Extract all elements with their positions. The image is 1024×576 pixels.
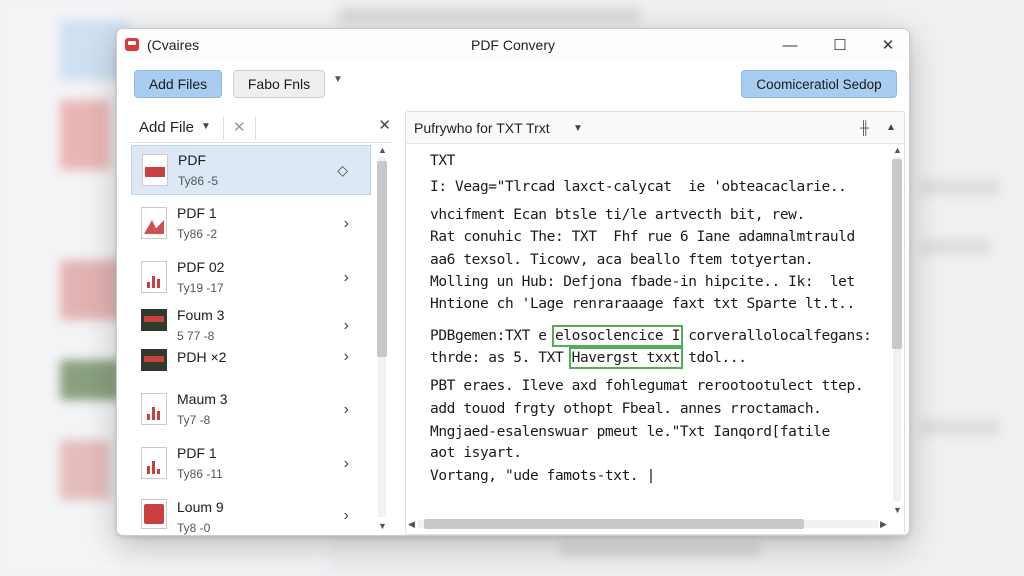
file-name: PDH ×2 [177, 349, 227, 365]
preview-hscrollbar[interactable]: ◀ ▶ [406, 516, 890, 532]
text-line: Vortang, "ude famots-txt. | [430, 468, 655, 484]
toolbar: Add Files Fabo Fnls ▼ Coomiceratiol Sedo… [117, 61, 909, 105]
file-meta: Ty7 -8 [177, 413, 211, 427]
divider [223, 117, 224, 139]
chevron-right-icon[interactable]: › [344, 269, 349, 287]
minimize-button[interactable]: — [767, 29, 813, 61]
chevron-down-icon[interactable]: ▼ [573, 123, 583, 134]
secondary-files-button[interactable]: Fabo Fnls [233, 70, 325, 98]
scroll-down-icon[interactable]: ▼ [893, 505, 902, 515]
file-meta: Ty86 -11 [177, 467, 223, 481]
preview-scrollbar[interactable]: ▲ ▼ [890, 145, 904, 515]
app-window: (Cvaires PDF Convery — ☐ ✕ Add Files Fab… [116, 28, 910, 536]
close-panel-icon[interactable]: ✕ [378, 116, 391, 134]
preview-panel: Pufrywho for TXT Trxt ▼ ╫ ▲ TXT I: Veag=… [405, 111, 905, 535]
image-file-icon [141, 349, 167, 371]
chart-file-icon [141, 261, 167, 293]
text-preview[interactable]: TXT I: Veag="Tlrcad laxct-calycat ie 'ob… [406, 145, 890, 515]
chart-file-icon [141, 447, 167, 479]
file-list: PDF Ty86 -5 ◇ PDF 1 Ty86 -2 › PDF 02 Ty1… [129, 145, 371, 535]
list-item[interactable]: PDH ×2 › [131, 343, 371, 373]
highlighted-text[interactable]: Havergst txxt [568, 347, 683, 369]
divider [255, 117, 256, 139]
list-item[interactable]: Foum 3 › [131, 305, 371, 335]
remove-icon[interactable]: ✕ [233, 118, 246, 136]
file-meta: Ty86 -2 [177, 227, 218, 241]
file-name: PDF 1 [177, 205, 217, 221]
chevron-right-icon[interactable]: › [344, 455, 349, 473]
text-line: Mngjaed-esalenswuar pmeut le."Txt Ianqor… [430, 424, 830, 440]
file-name: PDF 1 [177, 445, 217, 461]
doc-file-icon [141, 499, 167, 529]
list-item[interactable]: Maum 3 Ty7 -8 › [131, 387, 371, 437]
text-line: Rat conuhic The: TXT Fhf rue 6 Iane adam… [430, 229, 855, 245]
list-item[interactable]: PDF 1 Ty86 -11 › [131, 441, 371, 491]
chevron-right-icon[interactable]: › [344, 507, 349, 525]
preview-header: Pufrywho for TXT Trxt ▼ ╫ ▲ [406, 112, 904, 144]
chevron-right-icon[interactable]: › [344, 317, 349, 335]
file-name: Foum 3 [177, 307, 225, 323]
scroll-left-icon[interactable]: ◀ [408, 519, 415, 530]
convert-settings-button[interactable]: Coomiceratiol Sedop [741, 70, 897, 98]
text-line: PDBgemen:TXT e elosoclencice I corverall… [430, 325, 872, 347]
add-files-button[interactable]: Add Files [134, 70, 222, 98]
text-line: I: Veag="Tlrcad laxct-calycat ie 'obteac… [430, 179, 847, 195]
scroll-right-icon[interactable]: ▶ [880, 519, 887, 530]
list-item[interactable]: Loum 9 Ty8 -0 › [131, 495, 371, 535]
file-name: PDF [178, 152, 206, 168]
file-meta: Ty19 -17 [177, 281, 224, 295]
text-line: TXT [430, 153, 455, 169]
scroll-down-icon[interactable]: ▼ [378, 521, 387, 531]
file-name: PDF 02 [177, 259, 225, 275]
scroll-up-icon[interactable]: ▲ [378, 145, 387, 155]
scroll-thumb[interactable] [424, 519, 804, 529]
text-line: aa6 texsol. Ticowv, aca beallo ftem toty… [430, 252, 814, 268]
add-file-dropdown[interactable]: Add File [139, 119, 194, 136]
chevron-right-icon[interactable]: › [344, 348, 349, 366]
list-item[interactable]: PDF 02 Ty19 -17 › [131, 253, 371, 303]
scroll-thumb[interactable] [377, 161, 387, 357]
highlighted-text[interactable]: elosoclencice I [551, 325, 683, 347]
text-line: PBT eraes. Ileve axd fohlegumat rerootoo… [430, 378, 864, 394]
scroll-up-icon[interactable]: ▲ [893, 145, 902, 155]
close-button[interactable]: ✕ [865, 29, 909, 61]
chevron-right-icon[interactable]: › [344, 401, 349, 419]
file-list-scrollbar[interactable]: ▲ ▼ [375, 145, 389, 531]
scroll-thumb[interactable] [892, 159, 902, 349]
file-list-header: Add File ▼ ✕ ✕ [129, 111, 393, 143]
text-line: Molling un Hub: Defjona fbade-in hipcite… [430, 274, 855, 290]
text-line: thrde: as 5. TXT Havergst txxt tdol... [430, 347, 747, 369]
file-meta: Ty8 -0 [177, 521, 211, 535]
diamond-icon[interactable]: ◇ [337, 162, 348, 179]
output-format-dropdown[interactable]: Pufrywho for TXT Trxt [414, 120, 550, 136]
text-line: Hntione ch 'Lage renraraaage faxt txt Sp… [430, 296, 855, 312]
title-bar: (Cvaires PDF Convery — ☐ ✕ [117, 29, 909, 61]
chevron-down-icon[interactable]: ▼ [333, 74, 343, 85]
file-meta: 5 77 -8 [177, 329, 215, 343]
file-meta: Ty86 -5 [178, 174, 219, 188]
chevron-right-icon[interactable]: › [344, 215, 349, 233]
maximize-button[interactable]: ☐ [817, 29, 863, 61]
image-file-icon [141, 309, 167, 331]
text-line: aot isyart. [430, 445, 522, 461]
chevron-down-icon[interactable]: ▼ [201, 121, 211, 132]
collapse-icon[interactable]: ▲ [886, 122, 896, 133]
list-item[interactable]: PDF Ty86 -5 ◇ [131, 145, 371, 195]
file-name: Loum 9 [177, 499, 224, 515]
chart-file-icon [141, 393, 167, 425]
text-line: vhcifment Ecan btsle ti/le artvecth bit,… [430, 207, 805, 223]
pdf-file-icon [141, 207, 167, 239]
file-list-panel: Add File ▼ ✕ ✕ PDF Ty86 -5 ◇ PDF 1 Ty86 … [129, 111, 393, 535]
text-line: add touod frgty othopt Fbeal. annes rroc… [430, 401, 822, 417]
pdf-file-icon [142, 154, 168, 186]
file-name: Maum 3 [177, 391, 228, 407]
pin-icon[interactable]: ╫ [860, 120, 869, 135]
list-item[interactable]: PDF 1 Ty86 -2 › [131, 199, 371, 249]
